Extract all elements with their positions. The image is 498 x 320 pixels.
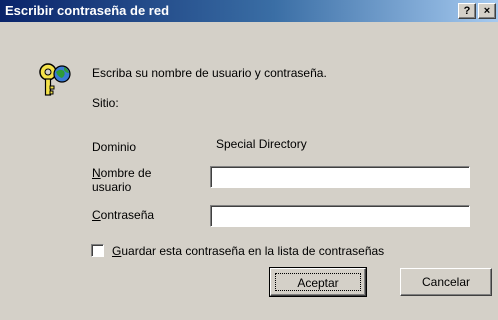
save-password-label[interactable]: Guardar esta contraseña en la lista de c… [112, 244, 384, 258]
close-button[interactable]: × [478, 3, 496, 19]
title-bar[interactable]: Escribir contraseña de red ? × [0, 0, 498, 22]
password-label-rest: ontraseña [100, 208, 155, 222]
username-label-line2: usuario [92, 180, 132, 194]
username-label: Nombre de usuario [92, 166, 151, 194]
domain-value: Special Directory [216, 137, 307, 151]
username-accesskey: N [92, 166, 101, 180]
password-input[interactable] [210, 205, 470, 227]
password-accesskey: C [92, 208, 101, 222]
dialog-prompt: Escriba su nombre de usuario y contraseñ… [92, 66, 327, 80]
username-label-rest: ombre de [100, 166, 152, 180]
save-password-label-rest: uardar esta contraseña en la lista de co… [121, 244, 385, 258]
username-input[interactable] [210, 166, 470, 188]
help-button[interactable]: ? [458, 3, 476, 19]
keys-icon [39, 63, 71, 96]
cancel-button[interactable]: Cancelar [400, 268, 492, 296]
ok-button[interactable]: Aceptar [269, 267, 367, 297]
save-password-accesskey: G [112, 244, 122, 258]
domain-label: Dominio [92, 140, 137, 154]
password-dialog: Escribir contraseña de red ? × Escriba s… [0, 0, 498, 320]
ok-button-label: Aceptar [275, 273, 361, 291]
window-title: Escribir contraseña de red [5, 3, 170, 18]
password-label: Contraseña [92, 208, 154, 222]
save-password-checkbox[interactable] [91, 244, 104, 257]
site-label: Sitio: [92, 96, 119, 110]
